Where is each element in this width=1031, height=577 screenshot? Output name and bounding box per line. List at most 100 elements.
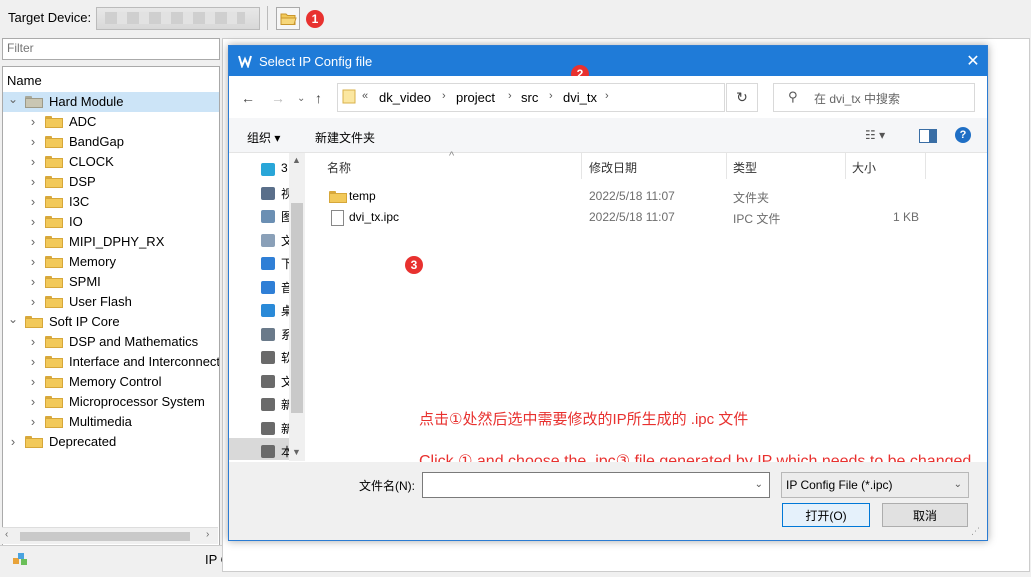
new-folder-button[interactable]: 新建文件夹 [315,129,375,146]
dialog-titlebar[interactable]: Select IP Config file 2 ✕ [229,46,987,83]
tree-item[interactable]: ⌄ Soft IP Core [3,312,219,332]
scrollbar-thumb[interactable] [20,532,190,541]
open-button[interactable]: 打开(O) [782,503,870,527]
tree-item[interactable]: › MIPI_DPHY_RX [3,232,219,252]
chevron-right-icon[interactable]: › [28,272,38,292]
help-icon[interactable]: ? [955,127,971,143]
scrollbar-thumb[interactable] [291,203,303,413]
chevron-right-icon[interactable]: › [28,392,38,412]
breadcrumb-project[interactable]: project [456,90,495,105]
filename-field[interactable]: ⌄ [422,472,770,498]
chevron-right-icon[interactable]: › [28,232,38,252]
filter-field[interactable] [2,38,220,60]
tree-item[interactable]: › DSP and Mathematics [3,332,219,352]
nav-pane-item[interactable]: 软 [261,349,293,367]
tree-item[interactable]: › CLOCK [3,152,219,172]
chevron-right-icon[interactable]: › [28,352,38,372]
chevron-right-icon[interactable]: › [28,412,38,432]
back-arrow-icon[interactable]: ← [241,90,255,106]
chevron-right-icon[interactable]: › [28,132,38,152]
tree-horizontal-scrollbar[interactable]: ‹ › [2,527,218,544]
breadcrumb-overflow[interactable]: « [362,90,368,102]
forward-arrow-icon[interactable]: → [271,90,285,106]
chevron-right-icon[interactable]: › [28,192,38,212]
up-arrow-icon[interactable]: ↑ [315,90,322,106]
nav-pane-scrollbar[interactable]: ▲ ▼ [289,153,305,461]
nav-pane-item[interactable]: 文 [261,373,293,391]
cancel-button[interactable]: 取消 [882,503,968,527]
filetype-value: IP Config File (*.ipc) [786,478,893,492]
scroll-down-icon[interactable]: ▼ [292,447,301,457]
column-name[interactable]: 名称 [327,159,351,176]
tree-item[interactable]: › Deprecated [3,432,219,452]
tree-item[interactable]: › I3C [3,192,219,212]
nav-pane-item[interactable]: 视 [261,185,293,203]
nav-pane-item[interactable]: 系 [261,326,293,344]
nav-pane-item[interactable]: 下 [261,255,293,273]
resize-grip-icon[interactable]: ⋰ [971,526,983,538]
organize-menu[interactable]: 组织 ▾ [247,129,280,146]
refresh-button[interactable]: ↻ [726,83,758,112]
view-options-icon[interactable]: ☷ ▾ [865,128,885,142]
tree-item[interactable]: › Memory Control [3,372,219,392]
chevron-right-icon[interactable]: › [28,332,38,352]
breadcrumb-dk-video[interactable]: dk_video [379,90,431,105]
nav-pane-item[interactable]: 桌 [261,302,293,320]
tree-item[interactable]: › SPMI [3,272,219,292]
chevron-right-icon[interactable]: › [28,292,38,312]
tree-item[interactable]: › Multimedia [3,412,219,432]
tree-item[interactable]: › IO [3,212,219,232]
column-size[interactable]: 大小 [852,159,876,176]
address-bar[interactable]: « dk_video › project › src › dvi_tx › ⌄ [337,83,820,112]
scroll-right-icon[interactable]: › [206,529,209,540]
chevron-right-icon[interactable]: › [28,372,38,392]
search-box[interactable]: ⚲ 在 dvi_tx 中搜索 [773,83,975,112]
tree-item-label: CLOCK [69,154,114,169]
filetype-dropdown-icon[interactable]: ⌄ [954,479,962,490]
filename-dropdown-icon[interactable]: ⌄ [755,479,763,490]
tree-item[interactable]: › User Flash [3,292,219,312]
chevron-right-icon[interactable]: › [28,172,38,192]
nav-pane-item[interactable]: 文 [261,232,293,250]
chevron-down-icon[interactable]: ⌄ [8,309,18,329]
chevron-down-icon[interactable]: ⌄ [8,89,18,109]
chevron-right-icon[interactable]: › [28,212,38,232]
filetype-select[interactable]: IP Config File (*.ipc) ⌄ [781,472,969,498]
nav-pane-item[interactable]: 图 [261,208,293,226]
nav-pane-item[interactable]: 本 [261,443,293,461]
scroll-up-icon[interactable]: ▲ [292,155,301,165]
close-dialog-icon[interactable]: ✕ [963,51,983,71]
file-row[interactable]: temp 2022/5/18 11:07 文件夹 [309,186,969,206]
tree-item[interactable]: › Interface and Interconnect [3,352,219,372]
breadcrumb-separator: › [442,90,446,102]
folder-icon [45,236,63,248]
chevron-right-icon[interactable]: › [28,252,38,272]
search-placeholder[interactable]: 在 dvi_tx 中搜索 [814,90,900,107]
nav-pane-item[interactable]: 新 [261,420,293,438]
tree-item[interactable]: › ADC [3,112,219,132]
filename-input[interactable] [423,473,751,495]
ip-core-icon [13,553,27,565]
filter-input[interactable] [3,39,211,57]
tree-item[interactable]: › BandGap [3,132,219,152]
open-config-button[interactable] [276,7,300,30]
breadcrumb-src[interactable]: src [521,90,538,105]
recent-dropdown-icon[interactable]: ⌄ [297,93,305,104]
column-modified[interactable]: 修改日期 [589,159,637,176]
breadcrumb-dvi-tx[interactable]: dvi_tx [563,90,597,105]
tree-item[interactable]: › Microprocessor System [3,392,219,412]
nav-pane-item[interactable]: 3 [261,161,289,179]
chevron-right-icon[interactable]: › [8,432,18,452]
chevron-right-icon[interactable]: › [28,112,38,132]
nav-pane-item[interactable]: 音 [261,279,293,297]
target-device-combo[interactable] [96,7,260,30]
nav-pane-item[interactable]: 新 [261,396,293,414]
column-type[interactable]: 类型 [733,159,757,176]
file-row[interactable]: dvi_tx.ipc 2022/5/18 11:07 IPC 文件 1 KB [309,207,969,227]
tree-item[interactable]: › DSP [3,172,219,192]
tree-item[interactable]: ⌄ Hard Module [3,92,219,112]
preview-pane-icon[interactable] [919,129,937,143]
chevron-right-icon[interactable]: › [28,152,38,172]
scroll-left-icon[interactable]: ‹ [5,529,8,540]
tree-item[interactable]: › Memory [3,252,219,272]
